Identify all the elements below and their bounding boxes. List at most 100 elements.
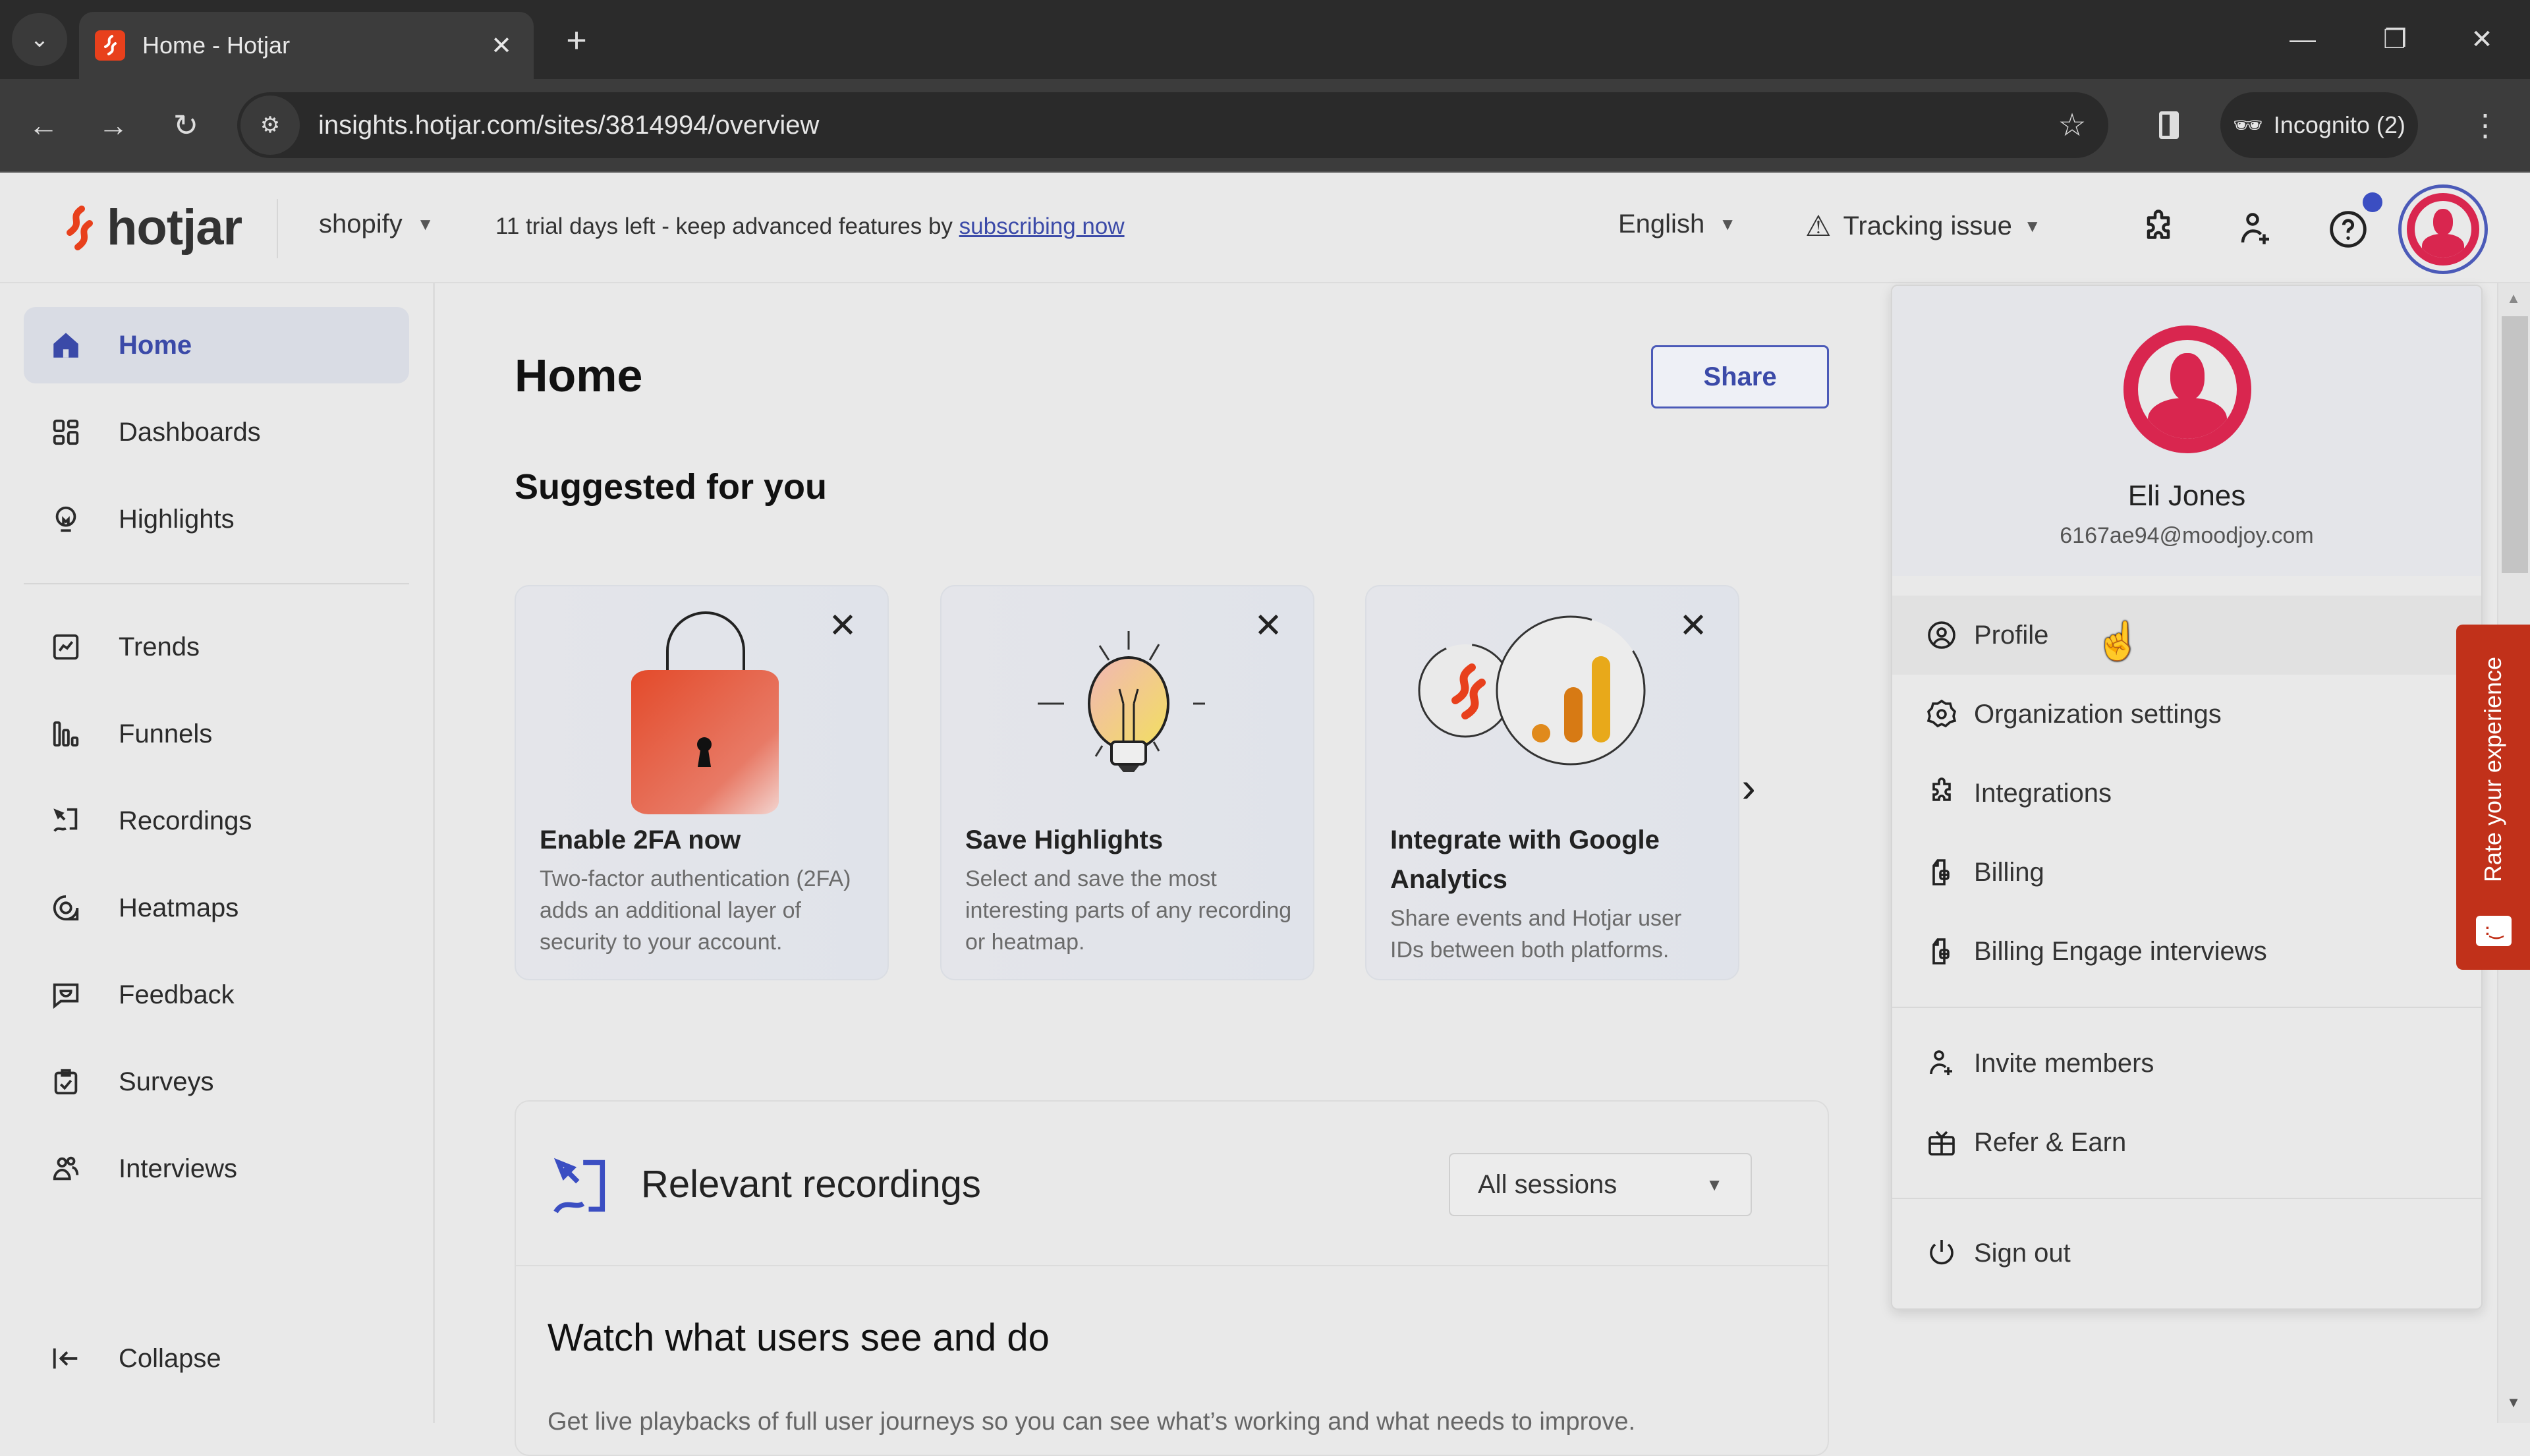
sidebar-item-label: Feedback — [119, 980, 235, 1009]
home-icon — [47, 327, 84, 364]
reload-icon: ↻ — [173, 108, 199, 142]
new-tab-button[interactable]: + — [553, 18, 600, 65]
card-description: Two-factor authentication (2FA) adds an … — [540, 866, 851, 955]
sidebar-item-label: Funnels — [119, 719, 213, 748]
user-circle-icon — [1924, 617, 1959, 653]
chevron-down-icon: ⌄ — [30, 27, 49, 52]
carousel-next-button[interactable]: › — [1726, 764, 1772, 811]
help-circle-icon — [2330, 211, 2367, 248]
forward-button[interactable]: → — [86, 98, 141, 153]
restore-button[interactable]: ❐ — [2359, 13, 2431, 66]
recording-icon — [47, 802, 84, 839]
suggested-title: Suggested for you — [515, 467, 828, 507]
dashboard-grid-icon — [47, 414, 84, 451]
url-text[interactable]: insights.hotjar.com/sites/3814994/overvi… — [318, 111, 2036, 140]
sidebar-item-label: Dashboards — [119, 417, 261, 447]
menu-item-label: Billing — [1974, 857, 2044, 887]
sidebar-item-recordings[interactable]: Recordings — [24, 783, 409, 859]
site-selector[interactable]: shopify ▼ — [319, 210, 434, 239]
back-button[interactable]: ← — [16, 98, 71, 153]
tab-search-button[interactable]: ⌄ — [12, 13, 67, 66]
language-selector[interactable]: English ▼ — [1618, 210, 1736, 239]
sidebar-item-surveys[interactable]: Surveys — [24, 1044, 409, 1120]
sidebar-item-dashboards[interactable]: Dashboards — [24, 394, 409, 470]
reload-button[interactable]: ↻ — [158, 98, 213, 153]
lightbulb-icon — [47, 501, 84, 538]
menu-item-sign-out[interactable]: Sign out — [1892, 1214, 2481, 1293]
tracking-label: Tracking issue — [1843, 211, 2012, 240]
menu-item-invite-members[interactable]: Invite members — [1892, 1024, 2481, 1103]
sidebar-item-funnels[interactable]: Funnels — [24, 696, 409, 772]
user-email: 6167ae94@moodjoy.com — [2060, 523, 2314, 548]
app-header: hotjar shopify ▼ 11 trial days left - ke… — [0, 173, 2530, 283]
sidebar-collapse-button[interactable]: Collapse — [24, 1320, 409, 1397]
menu-item-billing-engage-interviews[interactable]: Billing Engage interviews — [1892, 912, 2481, 991]
share-button[interactable]: Share — [1651, 345, 1829, 408]
side-panel-button[interactable] — [2141, 98, 2197, 153]
user-menu: Eli Jones 6167ae94@moodjoy.com Profile O… — [1891, 285, 2483, 1310]
menu-item-organization-settings[interactable]: Organization settings — [1892, 675, 2481, 754]
scroll-down-arrow-icon[interactable]: ▼ — [2504, 1394, 2523, 1411]
collapse-left-icon — [47, 1340, 84, 1377]
sidebar-item-home[interactable]: Home — [24, 307, 409, 383]
sidebar-item-interviews[interactable]: Interviews — [24, 1131, 409, 1207]
close-window-button[interactable]: ✕ — [2446, 13, 2518, 66]
warning-icon: ⚠ — [1805, 210, 1832, 242]
caret-down-icon: ▼ — [416, 214, 434, 234]
sidebar-item-label: Highlights — [119, 504, 235, 534]
caret-down-icon: ▼ — [2023, 216, 2041, 236]
browser-toolbar: ← → ↻ ⚙ insights.hotjar.com/sites/381499… — [0, 79, 2530, 173]
close-tab-icon[interactable]: ✕ — [485, 31, 518, 61]
card-description: Share events and Hotjar user IDs between… — [1390, 906, 1682, 963]
dismiss-card-icon[interactable]: ✕ — [1673, 606, 1713, 646]
suggestion-card-2fa[interactable]: ✕ Enable 2FA now Two-factor authenticati… — [515, 585, 889, 980]
hotjar-logo[interactable]: hotjar — [59, 199, 242, 256]
minimize-button[interactable]: — — [2266, 13, 2339, 66]
user-menu-header: Eli Jones 6167ae94@moodjoy.com — [1892, 286, 2481, 576]
sessions-filter-select[interactable]: All sessions ▼ — [1449, 1153, 1752, 1216]
bookmark-star-icon[interactable]: ☆ — [2036, 107, 2108, 144]
suggestion-card-highlights[interactable]: ✕ Save Highlights Select and save the mo… — [940, 585, 1314, 980]
scroll-up-arrow-icon[interactable]: ▲ — [2504, 290, 2523, 306]
funnel-bars-icon — [47, 715, 84, 752]
help-button[interactable] — [2323, 204, 2373, 254]
invite-user-button[interactable] — [2231, 204, 2281, 254]
menu-item-refer-earn[interactable]: Refer & Earn — [1892, 1103, 2481, 1182]
card-title: Integrate with Google Analytics — [1390, 826, 1660, 894]
chevron-right-icon: › — [1741, 764, 1756, 811]
integrations-button[interactable] — [2133, 204, 2183, 254]
address-bar[interactable]: ⚙ insights.hotjar.com/sites/3814994/over… — [237, 92, 2108, 158]
rate-experience-widget[interactable]: Rate your experience :‿ — [2456, 625, 2530, 970]
browser-tab-strip: ⌄ Home - Hotjar ✕ + — ❐ ✕ — [0, 0, 2530, 79]
suggestion-card-google-analytics[interactable]: ✕ Integrate with Google Analytics Share … — [1365, 585, 1739, 980]
sidebar-item-trends[interactable]: Trends — [24, 609, 409, 685]
menu-item-label: Profile — [1974, 620, 2049, 650]
dismiss-card-icon[interactable]: ✕ — [1249, 606, 1288, 646]
avatar-icon — [2407, 193, 2479, 266]
user-avatar-button[interactable] — [2398, 184, 2488, 274]
menu-item-profile[interactable]: Profile — [1892, 596, 2481, 675]
subscribe-link[interactable]: subscribing now — [959, 213, 1125, 239]
tracking-issue-selector[interactable]: ⚠ Tracking issue ▼ — [1805, 210, 2041, 243]
menu-item-integrations[interactable]: Integrations — [1892, 754, 2481, 833]
sidebar-item-heatmaps[interactable]: Heatmaps — [24, 870, 409, 946]
power-icon — [1924, 1235, 1959, 1271]
recordings-header: Relevant recordings All sessions ▼ — [516, 1102, 1828, 1266]
sidebar-divider — [24, 583, 409, 584]
hotjar-logo-icon — [67, 205, 93, 250]
clipboard-check-icon — [47, 1063, 84, 1100]
incognito-indicator[interactable]: 🕶 Incognito (2) — [2220, 92, 2418, 158]
sidebar-item-highlights[interactable]: Highlights — [24, 481, 409, 557]
browser-tab-active[interactable]: Home - Hotjar ✕ — [79, 12, 534, 79]
menu-item-label: Billing Engage interviews — [1974, 936, 2267, 966]
scrollbar-thumb[interactable] — [2502, 316, 2528, 573]
user-name: Eli Jones — [2127, 480, 2246, 512]
side-panel-icon — [2159, 111, 2179, 139]
more-vertical-icon: ⋮ — [2470, 108, 2500, 142]
arrow-left-icon: ← — [28, 108, 59, 142]
menu-item-billing[interactable]: Billing — [1892, 833, 2481, 912]
browser-menu-button[interactable]: ⋮ — [2458, 98, 2513, 153]
sidebar-item-feedback[interactable]: Feedback — [24, 957, 409, 1033]
dismiss-card-icon[interactable]: ✕ — [823, 606, 862, 646]
site-info-icon[interactable]: ⚙ — [240, 96, 300, 155]
